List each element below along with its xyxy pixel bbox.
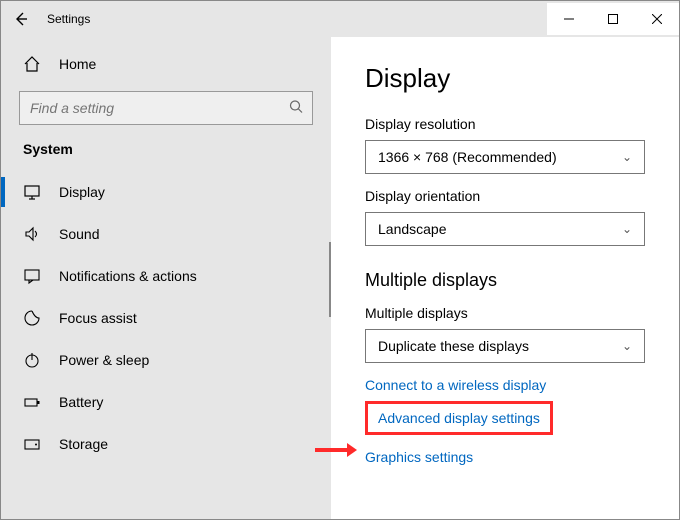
window-title: Settings [47,12,90,26]
storage-icon [23,435,41,453]
arrow-left-icon [13,11,29,27]
battery-icon [23,393,41,411]
multiple-displays-value: Duplicate these displays [378,338,529,354]
window-controls [547,3,679,35]
focus-icon [23,309,41,327]
sidebar-item-sound[interactable]: Sound [1,213,331,255]
wireless-display-link[interactable]: Connect to a wireless display [365,377,546,393]
close-button[interactable] [635,3,679,35]
page-title: Display [365,63,645,94]
display-icon [23,183,41,201]
sidebar-item-label: Display [59,184,105,200]
sidebar-item-storage[interactable]: Storage [1,423,331,465]
advanced-display-link[interactable]: Advanced display settings [378,410,540,426]
notifications-icon [23,267,41,285]
sidebar-item-label: Sound [59,226,99,242]
home-label: Home [59,56,96,72]
power-icon [23,351,41,369]
nav-list: Display Sound Notifications & actions Fo… [1,171,331,481]
resolution-label: Display resolution [365,116,645,132]
home-icon [23,55,41,73]
multiple-displays-heading: Multiple displays [365,270,645,291]
scrollbar[interactable] [329,242,331,317]
search-input[interactable] [19,91,313,125]
sidebar-item-focus-assist[interactable]: Focus assist [1,297,331,339]
maximize-icon [608,14,618,24]
home-nav[interactable]: Home [1,43,331,85]
sidebar-item-label: Battery [59,394,103,410]
orientation-dropdown[interactable]: Landscape ⌄ [365,212,645,246]
resolution-dropdown[interactable]: 1366 × 768 (Recommended) ⌄ [365,140,645,174]
content-pane: Display Display resolution 1366 × 768 (R… [331,37,679,519]
chevron-down-icon: ⌄ [622,222,632,236]
multiple-displays-dropdown[interactable]: Duplicate these displays ⌄ [365,329,645,363]
resolution-value: 1366 × 768 (Recommended) [378,149,557,165]
graphics-settings-link[interactable]: Graphics settings [365,449,473,465]
chevron-down-icon: ⌄ [622,150,632,164]
maximize-button[interactable] [591,3,635,35]
sidebar-item-label: Focus assist [59,310,137,326]
sidebar-item-battery[interactable]: Battery [1,381,331,423]
orientation-value: Landscape [378,221,447,237]
sidebar-item-label: Power & sleep [59,352,149,368]
sidebar: Home System Display Sound Notifications … [1,37,331,519]
sidebar-item-label: Notifications & actions [59,268,197,284]
minimize-button[interactable] [547,3,591,35]
back-button[interactable] [1,1,41,37]
sound-icon [23,225,41,243]
close-icon [652,14,662,24]
minimize-icon [564,14,574,24]
sidebar-item-display[interactable]: Display [1,171,331,213]
search-icon [289,100,303,117]
search-container [19,91,313,125]
sidebar-item-notifications[interactable]: Notifications & actions [1,255,331,297]
title-bar: Settings [1,1,679,37]
sidebar-item-label: Storage [59,436,108,452]
orientation-label: Display orientation [365,188,645,204]
sidebar-item-power-sleep[interactable]: Power & sleep [1,339,331,381]
category-heading: System [1,137,331,167]
multiple-displays-label: Multiple displays [365,305,645,321]
chevron-down-icon: ⌄ [622,339,632,353]
callout-highlight: Advanced display settings [365,401,553,435]
